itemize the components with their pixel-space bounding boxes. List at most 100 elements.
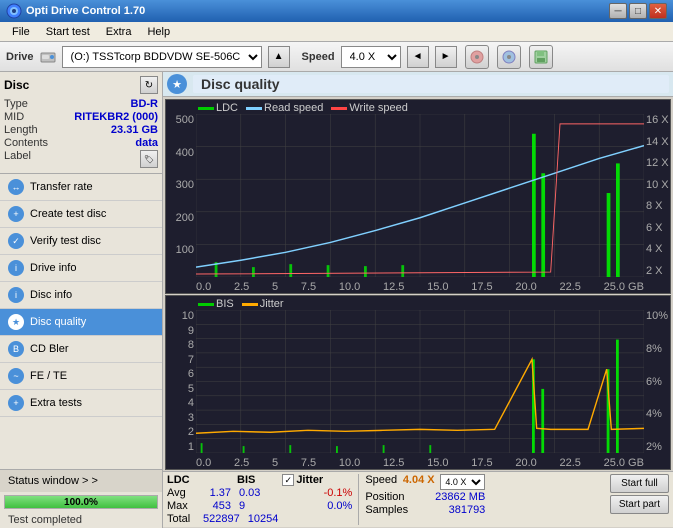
nav-disc-quality-label: Disc quality bbox=[30, 316, 86, 328]
speed-label: Speed bbox=[302, 51, 335, 63]
status-window-label: Status window > > bbox=[8, 475, 98, 487]
disc-contents-value: data bbox=[135, 137, 158, 149]
nav-transfer-rate[interactable]: ↔ Transfer rate bbox=[0, 174, 162, 201]
menu-start-test[interactable]: Start test bbox=[38, 24, 98, 40]
speed-row: Speed 4.04 X 4.0 X bbox=[365, 474, 485, 490]
disc-refresh-button[interactable]: ↻ bbox=[140, 76, 158, 94]
ldc-legend-label: LDC bbox=[216, 102, 238, 114]
nav-items: ↔ Transfer rate + Create test disc ✓ Ver… bbox=[0, 174, 162, 469]
close-button[interactable]: ✕ bbox=[649, 3, 667, 19]
bottom-chart-svg bbox=[196, 310, 644, 453]
fe-te-icon: ~ bbox=[8, 368, 24, 384]
position-value: 23862 MB bbox=[435, 491, 485, 503]
jitter-legend-color bbox=[242, 303, 258, 306]
nav-verify-test-disc[interactable]: ✓ Verify test disc bbox=[0, 228, 162, 255]
top-chart-y-axis-right: 16 X 14 X 12 X 10 X 8 X 6 X 4 X 2 X bbox=[644, 114, 670, 277]
jitter-legend: Jitter bbox=[242, 298, 284, 310]
speed-select[interactable]: 4.0 X bbox=[341, 46, 401, 68]
max-bis-value: 9 bbox=[239, 500, 245, 512]
window-controls: ─ □ ✕ bbox=[609, 3, 667, 19]
minimize-button[interactable]: ─ bbox=[609, 3, 627, 19]
stats-headers: LDC BIS bbox=[167, 474, 278, 486]
app-icon bbox=[6, 3, 22, 19]
nav-extra-tests[interactable]: + Extra tests bbox=[0, 390, 162, 417]
speed-increase-button[interactable]: ► bbox=[435, 46, 457, 68]
total-bis-value: 10254 bbox=[248, 513, 279, 525]
avg-jitter-row: -0.1% bbox=[282, 487, 352, 499]
speed-dropdown[interactable]: 4.0 X bbox=[440, 474, 485, 490]
nav-create-test-disc[interactable]: + Create test disc bbox=[0, 201, 162, 228]
nav-fe-te-label: FE / TE bbox=[30, 370, 67, 382]
verify-test-disc-icon: ✓ bbox=[8, 233, 24, 249]
disc-title: Disc bbox=[4, 78, 29, 92]
maximize-button[interactable]: □ bbox=[629, 3, 647, 19]
menu-file[interactable]: File bbox=[4, 24, 38, 40]
top-chart: LDC Read speed Write speed 500 400 300 2… bbox=[165, 99, 671, 294]
samples-value: 381793 bbox=[449, 504, 486, 516]
disc-info-icon: i bbox=[8, 287, 24, 303]
stats-divider bbox=[358, 474, 359, 525]
jitter-stats: ✓ Jitter -0.1% 0.0% bbox=[282, 474, 352, 512]
drive-info-icon: i bbox=[8, 260, 24, 276]
extra-tests-icon: + bbox=[8, 395, 24, 411]
speed-decrease-button[interactable]: ◄ bbox=[407, 46, 429, 68]
drive-select[interactable]: (O:) TSSTcorp BDDVDW SE-506CB TS02 bbox=[62, 46, 262, 68]
disc-mid-value: RITEKBR2 (000) bbox=[74, 111, 158, 123]
nav-cd-bler-label: CD Bler bbox=[30, 343, 69, 355]
read-speed-legend: Read speed bbox=[246, 102, 323, 114]
drive-eject-button[interactable]: ▲ bbox=[268, 46, 290, 68]
nav-fe-te[interactable]: ~ FE / TE bbox=[0, 363, 162, 390]
jitter-header: Jitter bbox=[296, 474, 323, 486]
status-window-button[interactable]: Status window > > bbox=[0, 470, 162, 492]
disc-label-icon[interactable]: 🏷 bbox=[140, 150, 158, 168]
create-test-disc-icon: + bbox=[8, 206, 24, 222]
avg-label: Avg bbox=[167, 487, 195, 499]
save-button[interactable] bbox=[529, 45, 553, 69]
jitter-legend-label: Jitter bbox=[260, 298, 284, 310]
disc-length-label: Length bbox=[4, 124, 38, 136]
bis-header: BIS bbox=[237, 474, 255, 486]
nav-disc-info-label: Disc info bbox=[30, 289, 72, 301]
sidebar-bottom: Status window > > 100.0% Test completed bbox=[0, 469, 162, 528]
avg-jitter-value: -0.1% bbox=[324, 487, 353, 499]
start-part-button[interactable]: Start part bbox=[610, 495, 669, 514]
menu-bar: File Start test Extra Help bbox=[0, 22, 673, 42]
total-label: Total bbox=[167, 513, 195, 525]
nav-extra-tests-label: Extra tests bbox=[30, 397, 82, 409]
transfer-rate-icon: ↔ bbox=[8, 179, 24, 195]
title-bar: Opti Drive Control 1.70 ─ □ ✕ bbox=[0, 0, 673, 22]
max-ldc-value: 453 bbox=[203, 500, 231, 512]
nav-disc-info[interactable]: i Disc info bbox=[0, 282, 162, 309]
progress-text: 100.0% bbox=[5, 496, 157, 508]
write-speed-legend-color bbox=[331, 107, 347, 110]
disc-read-button[interactable] bbox=[465, 45, 489, 69]
nav-cd-bler[interactable]: B CD Bler bbox=[0, 336, 162, 363]
app-title: Opti Drive Control 1.70 bbox=[26, 5, 609, 17]
write-speed-legend: Write speed bbox=[331, 102, 408, 114]
nav-drive-info[interactable]: i Drive info bbox=[0, 255, 162, 282]
jitter-checkbox[interactable]: ✓ bbox=[282, 474, 294, 486]
nav-disc-quality[interactable]: ★ Disc quality bbox=[0, 309, 162, 336]
drive-label: Drive bbox=[6, 51, 34, 63]
start-buttons: Start full Start part bbox=[610, 474, 669, 514]
disc-type-label: Type bbox=[4, 98, 28, 110]
bottom-chart: BIS Jitter 10 9 8 7 6 5 4 3 2 1 bbox=[165, 295, 671, 470]
nav-drive-info-label: Drive info bbox=[30, 262, 76, 274]
bis-legend-label: BIS bbox=[216, 298, 234, 310]
disc-mid-label: MID bbox=[4, 111, 24, 123]
bottom-chart-y-axis: 10 9 8 7 6 5 4 3 2 1 bbox=[166, 310, 196, 453]
bottom-chart-y-axis-right: 10% 8% 6% 4% 2% bbox=[644, 310, 670, 453]
read-speed-legend-label: Read speed bbox=[264, 102, 323, 114]
start-full-button[interactable]: Start full bbox=[610, 474, 669, 493]
drive-icon bbox=[40, 49, 56, 65]
content-area: ★ Disc quality LDC Read speed Write spee… bbox=[163, 72, 673, 528]
speed-stat-value: 4.04 X bbox=[403, 474, 435, 490]
menu-extra[interactable]: Extra bbox=[98, 24, 140, 40]
disc-panel: Disc ↻ Type BD-R MID RITEKBR2 (000) Leng… bbox=[0, 72, 162, 174]
menu-help[interactable]: Help bbox=[139, 24, 178, 40]
disc-label-label: Label bbox=[4, 150, 31, 168]
test-completed-label: Test completed bbox=[0, 512, 162, 528]
disc-write-button[interactable] bbox=[497, 45, 521, 69]
avg-bis-value: 0.03 bbox=[239, 487, 260, 499]
read-speed-legend-color bbox=[246, 107, 262, 110]
